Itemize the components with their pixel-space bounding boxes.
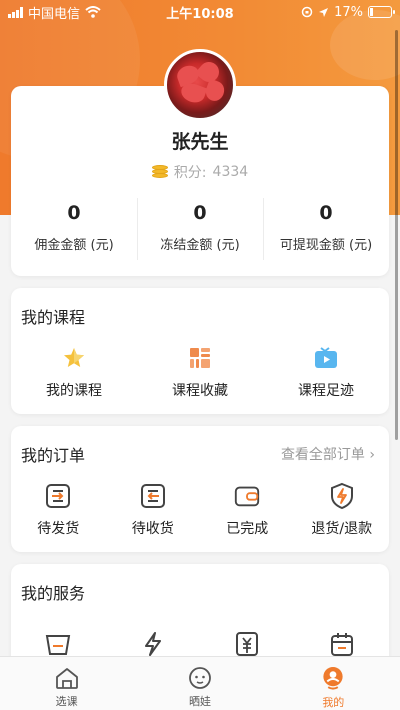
- receive-icon: [139, 482, 167, 510]
- clock: 上午10:08: [166, 6, 234, 22]
- pending-shipment-button[interactable]: 待发货: [11, 482, 106, 538]
- carrier: 中国电信: [28, 6, 81, 22]
- grid-icon: [186, 344, 214, 372]
- view-all-orders-link[interactable]: 查看全部订单 ›: [281, 444, 375, 464]
- service-payment-button[interactable]: [200, 630, 295, 658]
- section-title: 我的课程: [21, 308, 86, 327]
- item-label: 已完成: [226, 521, 269, 537]
- rotation-lock-icon: [301, 6, 313, 18]
- tab-courses[interactable]: 选课: [0, 657, 133, 710]
- wallet-icon: [233, 482, 261, 510]
- yuan-doc-icon: [233, 630, 261, 658]
- profile-icon: [323, 666, 343, 690]
- tab-label: 我的: [322, 696, 345, 709]
- coin-icon: [151, 165, 168, 179]
- points-row: 积分: 4334: [11, 162, 389, 182]
- stat-label: 冻结金额 (元): [160, 238, 240, 253]
- lightning-icon: [139, 630, 167, 658]
- location-icon: [319, 7, 329, 17]
- points-value: 4334: [212, 164, 249, 180]
- chevron-right-icon: ›: [369, 447, 375, 463]
- refund-icon: [328, 482, 356, 510]
- points-label: 积分:: [173, 165, 207, 181]
- stat-label: 可提现金额 (元): [279, 238, 373, 253]
- star-icon: [60, 344, 88, 372]
- my-courses-button[interactable]: 我的课程: [11, 344, 137, 400]
- stat-value: 0: [67, 202, 81, 224]
- stat-value: 0: [319, 202, 333, 224]
- tab-share[interactable]: 晒娃: [133, 657, 266, 710]
- services-grid: [11, 630, 389, 658]
- service-flash-button[interactable]: [106, 630, 201, 658]
- avatar[interactable]: [164, 49, 236, 121]
- item-label: 待收货: [131, 521, 174, 537]
- house-icon: [55, 668, 78, 689]
- balance-stats: 0 佣金金额 (元) 0 冻结金额 (元) 0 可提现金额 (元): [11, 198, 389, 264]
- item-label: 课程收藏: [172, 383, 228, 399]
- bottom-tab-bar: 选课 晒娃 我的: [0, 656, 400, 710]
- courses-grid: 我的课程 课程收藏 课程足迹: [11, 344, 389, 400]
- orders-grid: 待发货 待收货 已完成 退货/退款: [11, 482, 389, 538]
- course-favorites-button[interactable]: 课程收藏: [137, 344, 263, 400]
- pending-receipt-button[interactable]: 待收货: [106, 482, 201, 538]
- service-cart-button[interactable]: [11, 630, 106, 658]
- signal-icon: [8, 6, 23, 18]
- orders-card: 我的订单 查看全部订单 › 待发货 待收货 已完成 退货/退款: [11, 426, 389, 552]
- basket-icon: [44, 630, 72, 658]
- completed-button[interactable]: 已完成: [200, 482, 295, 538]
- battery-icon: [368, 6, 395, 18]
- stat-label: 佣金金额 (元): [34, 238, 114, 253]
- section-title: 我的服务: [21, 584, 86, 603]
- refund-button[interactable]: 退货/退款: [295, 482, 390, 538]
- item-label: 退货/退款: [311, 521, 373, 537]
- tv-icon: [312, 344, 340, 372]
- stat-value: 0: [193, 202, 207, 224]
- item-label: 待发货: [37, 521, 80, 537]
- courses-card: 我的课程 我的课程 课程收藏 课程足迹: [11, 288, 389, 414]
- item-label: 我的课程: [46, 383, 102, 399]
- stat-withdrawable[interactable]: 0 可提现金额 (元): [263, 198, 389, 264]
- tab-mine[interactable]: 我的: [267, 657, 400, 710]
- tab-label: 晒娃: [188, 695, 211, 708]
- calendar-icon: [328, 630, 356, 658]
- status-bar: 中国电信 上午10:08 17%: [0, 0, 400, 24]
- item-label: 课程足迹: [298, 383, 354, 399]
- ship-icon: [44, 482, 72, 510]
- scroll-indicator[interactable]: [395, 30, 398, 440]
- face-icon: [189, 667, 211, 689]
- tab-label: 选课: [55, 695, 78, 708]
- wifi-icon: [85, 6, 101, 18]
- service-calendar-button[interactable]: [295, 630, 390, 658]
- user-name: 张先生: [171, 131, 229, 153]
- section-title: 我的订单: [21, 446, 86, 465]
- stat-frozen[interactable]: 0 冻结金额 (元): [137, 198, 263, 264]
- stat-commission[interactable]: 0 佣金金额 (元): [11, 198, 137, 264]
- course-history-button[interactable]: 课程足迹: [263, 344, 389, 400]
- battery-percent: 17%: [334, 4, 363, 20]
- link-label: 查看全部订单: [280, 447, 365, 463]
